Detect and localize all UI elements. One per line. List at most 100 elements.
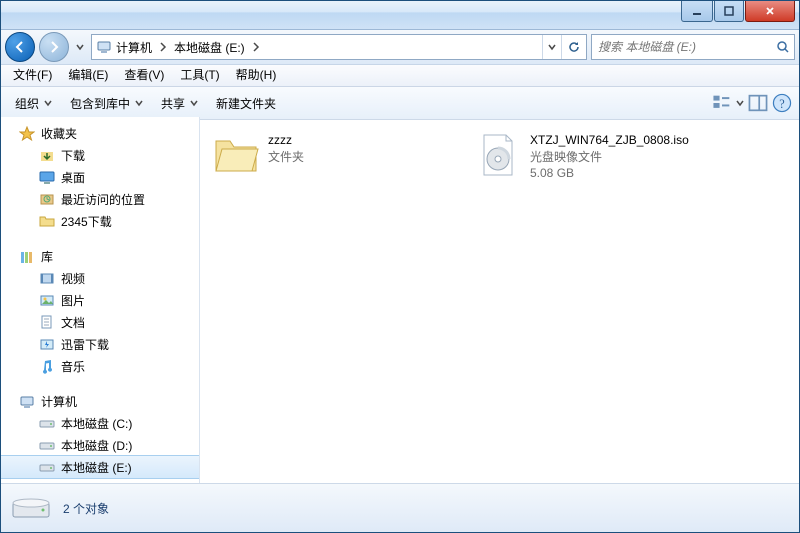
nav-item-label: 文档	[61, 314, 85, 331]
nav-item-label: 图片	[61, 292, 85, 309]
nav-history-dropdown[interactable]	[73, 33, 87, 61]
nav-item-drive-c[interactable]: 本地磁盘 (C:)	[1, 412, 199, 434]
pictures-icon	[39, 292, 55, 308]
music-icon	[39, 358, 55, 374]
file-item-folder[interactable]: zzzz 文件夹	[208, 127, 466, 193]
include-in-library-button[interactable]: 包含到库中	[62, 91, 151, 115]
recent-icon	[39, 191, 55, 207]
explorer-window: 计算机 本地磁盘 (E:) 文件(F) 编辑(E) 查看(V) 工具(T) 帮助…	[0, 0, 800, 533]
nav-item-label: 迅雷下载	[61, 336, 109, 353]
xunlei-icon	[39, 336, 55, 352]
nav-group-libraries: 库 视频 图片 文档 迅雷下载 音乐	[1, 246, 199, 377]
nav-item-recent[interactable]: 最近访问的位置	[1, 188, 199, 210]
nav-item-label: 音乐	[61, 358, 85, 375]
newfolder-label: 新建文件夹	[216, 95, 276, 112]
download-icon	[39, 147, 55, 163]
view-options-dropdown[interactable]	[735, 99, 745, 107]
breadcrumb-separator[interactable]	[156, 35, 170, 59]
nav-group-favorites: 收藏夹 下载 桌面 最近访问的位置 2345下载	[1, 123, 199, 232]
breadcrumb-label: 计算机	[116, 39, 152, 56]
preview-pane-button[interactable]	[747, 92, 769, 114]
nav-item-label: 最近访问的位置	[61, 191, 145, 208]
nav-item-label: 本地磁盘 (E:)	[61, 459, 132, 476]
menu-help[interactable]: 帮助(H)	[228, 65, 285, 86]
menu-file[interactable]: 文件(F)	[5, 65, 60, 86]
nav-item-documents[interactable]: 文档	[1, 311, 199, 333]
nav-item-2345[interactable]: 2345下载	[1, 210, 199, 232]
nav-header-libraries[interactable]: 库	[1, 246, 199, 267]
forward-button[interactable]	[39, 32, 69, 62]
nav-item-downloads[interactable]: 下载	[1, 144, 199, 166]
nav-item-pictures[interactable]: 图片	[1, 289, 199, 311]
address-bar[interactable]: 计算机 本地磁盘 (E:)	[91, 34, 587, 60]
nav-header-label: 收藏夹	[41, 125, 77, 142]
nav-group-computer: 计算机 本地磁盘 (C:) 本地磁盘 (D:) 本地磁盘 (E:)	[1, 391, 199, 478]
new-folder-button[interactable]: 新建文件夹	[208, 91, 284, 115]
nav-item-xunlei[interactable]: 迅雷下载	[1, 333, 199, 355]
nav-item-drive-e[interactable]: 本地磁盘 (E:)	[1, 456, 199, 478]
file-name: zzzz	[268, 133, 304, 147]
nav-item-label: 下载	[61, 147, 85, 164]
menu-tools[interactable]: 工具(T)	[172, 65, 227, 86]
computer-icon	[19, 394, 35, 410]
libraries-icon	[19, 249, 35, 265]
close-button[interactable]	[745, 1, 795, 22]
breadcrumb-label: 本地磁盘 (E:)	[174, 39, 245, 56]
nav-item-label: 本地磁盘 (C:)	[61, 415, 132, 432]
file-type: 光盘映像文件	[530, 148, 689, 165]
drive-icon	[11, 491, 51, 525]
share-button[interactable]: 共享	[153, 91, 206, 115]
breadcrumb-separator[interactable]	[249, 35, 263, 59]
documents-icon	[39, 314, 55, 330]
navigation-bar: 计算机 本地磁盘 (E:)	[1, 30, 799, 65]
file-info: XTZJ_WIN764_ZJB_0808.iso 光盘映像文件 5.08 GB	[530, 131, 689, 180]
file-item-iso[interactable]: XTZJ_WIN764_ZJB_0808.iso 光盘映像文件 5.08 GB	[470, 127, 728, 193]
minimize-button[interactable]	[681, 1, 713, 22]
nav-item-label: 视频	[61, 270, 85, 287]
nav-header-computer[interactable]: 计算机	[1, 391, 199, 412]
nav-item-label: 桌面	[61, 169, 85, 186]
breadcrumb-drive-e[interactable]: 本地磁盘 (E:)	[170, 35, 249, 59]
favorites-icon	[19, 126, 35, 142]
svg-text:?: ?	[779, 97, 784, 111]
video-icon	[39, 270, 55, 286]
folder-icon	[39, 213, 55, 229]
menu-view[interactable]: 查看(V)	[116, 65, 172, 86]
nav-item-label: 本地磁盘 (D:)	[61, 437, 132, 454]
file-size: 5.08 GB	[530, 166, 689, 180]
nav-header-label: 计算机	[41, 393, 77, 410]
nav-header-favorites[interactable]: 收藏夹	[1, 123, 199, 144]
nav-header-label: 库	[41, 248, 53, 265]
include-label: 包含到库中	[70, 95, 130, 112]
breadcrumb-computer[interactable]: 计算机	[92, 35, 156, 59]
search-box[interactable]	[591, 34, 795, 60]
computer-icon	[96, 39, 112, 55]
drive-icon	[39, 437, 55, 453]
details-pane: 2 个对象	[1, 483, 799, 532]
search-input[interactable]	[592, 40, 772, 54]
maximize-button[interactable]	[714, 1, 744, 22]
nav-item-drive-d[interactable]: 本地磁盘 (D:)	[1, 434, 199, 456]
file-info: zzzz 文件夹	[268, 131, 304, 165]
refresh-button[interactable]	[561, 35, 586, 59]
menu-edit[interactable]: 编辑(E)	[60, 65, 116, 86]
title-bar	[1, 1, 799, 30]
back-button[interactable]	[5, 32, 35, 62]
nav-item-music[interactable]: 音乐	[1, 355, 199, 377]
iso-icon	[474, 131, 522, 179]
share-label: 共享	[161, 95, 185, 112]
navigation-pane[interactable]: 收藏夹 下载 桌面 最近访问的位置 2345下载 库 视频 图片 文档 迅雷下载…	[1, 117, 200, 484]
nav-item-label: 2345下载	[61, 213, 112, 230]
nav-item-desktop[interactable]: 桌面	[1, 166, 199, 188]
file-list[interactable]: zzzz 文件夹 XTZJ_WIN764_ZJB_0808.iso 光盘映像文件…	[200, 117, 799, 484]
command-bar: 组织 包含到库中 共享 新建文件夹 ?	[1, 87, 799, 120]
nav-item-videos[interactable]: 视频	[1, 267, 199, 289]
drive-icon	[39, 415, 55, 431]
view-options-button[interactable]	[711, 92, 733, 114]
organize-button[interactable]: 组织	[7, 91, 60, 115]
help-button[interactable]: ?	[771, 92, 793, 114]
window-controls	[680, 1, 795, 22]
menu-bar: 文件(F) 编辑(E) 查看(V) 工具(T) 帮助(H)	[1, 65, 799, 87]
search-icon[interactable]	[772, 40, 794, 54]
address-dropdown[interactable]	[542, 35, 561, 59]
